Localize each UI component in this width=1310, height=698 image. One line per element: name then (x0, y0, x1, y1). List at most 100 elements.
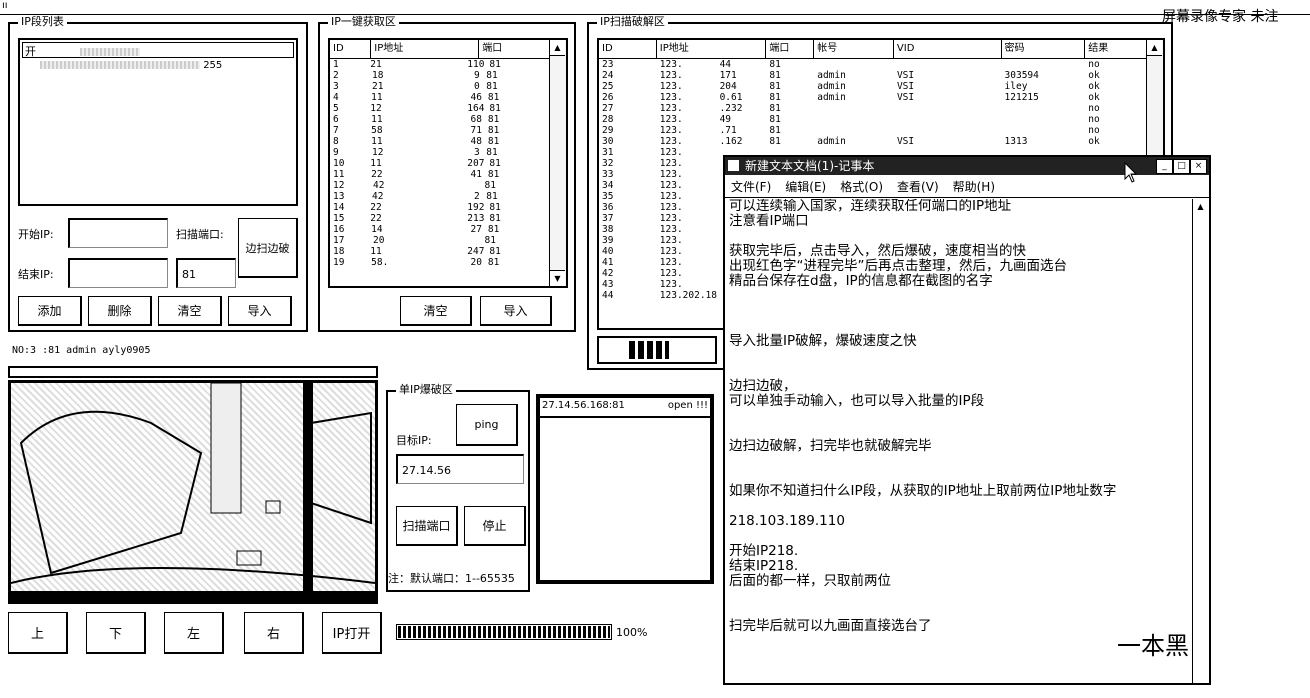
menu-view[interactable]: 查看(V) (897, 177, 939, 197)
right-button[interactable]: 右 (244, 612, 304, 654)
col-pass[interactable]: 密码 (1002, 40, 1086, 58)
table-row[interactable]: 14 22 192 81 (330, 202, 550, 213)
table-row[interactable]: 25 123. 204 81 admin VSI iley ok (599, 81, 1147, 92)
scroll-up-icon[interactable]: ▲ (1193, 199, 1208, 214)
app-glyph: ıı (2, 0, 8, 11)
notepad-window[interactable]: 新建文本文档(1)-记事本 _ □ × 文件(F) 编辑(E) 格式(O) 查看… (723, 155, 1211, 685)
up-button[interactable]: 上 (8, 612, 68, 654)
table-row[interactable]: 6 11 68 81 (330, 114, 550, 125)
text-line: 精品台保存在d盘，IP的信息都在截图的名字 (729, 273, 993, 289)
table-row[interactable]: 16 14 27 81 (330, 224, 550, 235)
table-row[interactable]: 29 123. .71 81 no (599, 125, 1147, 136)
table-row[interactable]: 26 123. 0.61 81 admin VSI 121215 ok (599, 92, 1147, 103)
minimize-icon[interactable]: _ (1156, 159, 1173, 174)
vertical-scrollbar[interactable]: ▲ ▼ (549, 40, 566, 286)
table-row[interactable]: 13 42 2 81 (330, 191, 550, 202)
ip-fetch-list[interactable]: ID IP地址 端口 1 21 110 81 2 18 9 81 3 21 0 81 4 11 46 81 5 1… (328, 38, 568, 288)
fetch-import-button[interactable]: 导入 (480, 296, 552, 326)
col-id[interactable]: ID (330, 40, 372, 58)
cell-ip: 123. (659, 125, 683, 136)
scroll-down-icon[interactable]: ▼ (550, 270, 565, 286)
table-row[interactable]: 27 123. .232 81 no (599, 103, 1147, 114)
scroll-up-icon[interactable]: ▲ (550, 40, 565, 56)
col-ip[interactable]: IP地址 (371, 40, 480, 58)
delete-button[interactable]: 删除 (88, 296, 152, 326)
table-row[interactable]: 7 58 71 81 (330, 125, 550, 136)
cell-id: 42 (602, 268, 614, 279)
table-row[interactable]: 9 12 3 81 (330, 147, 550, 158)
col-id[interactable]: ID (599, 40, 657, 58)
left-button[interactable]: 左 (164, 612, 224, 654)
cell-id: 5 (333, 103, 339, 114)
cell-id: 27 (602, 103, 614, 114)
cell-tail: 0.61 (719, 92, 743, 103)
vertical-scrollbar[interactable]: ▲ (1192, 199, 1209, 683)
col-vid[interactable]: VID (894, 40, 1002, 58)
text-line (729, 499, 1191, 514)
cell-ip: 123. (659, 147, 683, 158)
table-row[interactable]: 4 11 46 81 (330, 92, 550, 103)
table-row[interactable]: 11 22 41 81 (330, 169, 550, 180)
table-row[interactable]: 28 123. 49 81 no (599, 114, 1147, 125)
col-port[interactable]: 端口 (479, 40, 550, 58)
ip-range-list[interactable]: 开 255 (18, 38, 298, 206)
down-button[interactable]: 下 (86, 612, 146, 654)
table-row[interactable]: 30 123. .162 81 admin VSI 1313 ok (599, 136, 1147, 147)
maximize-icon[interactable]: □ (1173, 159, 1190, 174)
cell-result: ok (1088, 136, 1100, 147)
cell-ip: 11 (370, 158, 382, 169)
scroll-up-icon[interactable]: ▲ (1147, 40, 1162, 56)
menu-help[interactable]: 帮助(H) (953, 177, 995, 197)
table-row[interactable]: 17 20 81 (330, 235, 550, 246)
table-row[interactable]: 2 18 9 81 (330, 70, 550, 81)
cell-ip: 123. (659, 202, 683, 213)
list-item[interactable]: 255 (40, 60, 222, 71)
table-row[interactable]: 18 11 247 81 (330, 246, 550, 257)
add-button[interactable]: 添加 (18, 296, 82, 326)
col-result[interactable]: 结果 (1085, 40, 1147, 58)
clear-button[interactable]: 清空 (158, 296, 222, 326)
col-ip[interactable]: IP地址 (657, 40, 767, 58)
fetch-clear-button[interactable]: 清空 (400, 296, 472, 326)
menu-format[interactable]: 格式(O) (840, 177, 883, 197)
text-line: 注意看IP端口 (729, 213, 809, 229)
menu-edit[interactable]: 编辑(E) (785, 177, 826, 197)
table-row[interactable]: 8 11 48 81 (330, 136, 550, 147)
table-row[interactable]: 12 42 81 (330, 180, 550, 191)
table-row[interactable]: 15 22 213 81 (330, 213, 550, 224)
target-ip-input[interactable]: 27.14.56 (396, 454, 524, 484)
result-row[interactable]: 27.14.56.168:81 open !!! (540, 398, 710, 418)
col-port[interactable]: 端口 (766, 40, 815, 58)
table-row[interactable]: 3 21 0 81 (330, 81, 550, 92)
scan-port-input[interactable]: 81 (176, 258, 236, 288)
list-item[interactable]: 开 (22, 42, 294, 58)
port-result-list[interactable]: 27.14.56.168:81 open !!! (536, 394, 714, 584)
table-row[interactable]: 5 12 164 81 (330, 103, 550, 114)
cell-id: 9 (333, 147, 339, 158)
menu-file[interactable]: 文件(F) (731, 177, 771, 197)
scan-and-crack-button[interactable]: 边扫边破 (238, 218, 298, 278)
cell-ip: 42 (372, 191, 384, 202)
table-row[interactable]: 24 123. 171 81 admin VSI 303594 ok (599, 70, 1147, 81)
import-button[interactable]: 导入 (228, 296, 292, 326)
cell-ip: 123. (659, 169, 683, 180)
target-ip-label: 目标IP: (396, 434, 432, 447)
table-row[interactable]: 19 58. 20 81 (330, 257, 550, 268)
end-ip-input[interactable] (68, 258, 168, 288)
table-row[interactable]: 10 11 207 81 (330, 158, 550, 169)
start-ip-input[interactable] (68, 218, 168, 248)
stop-button[interactable]: 停止 (464, 506, 526, 546)
camera-preview[interactable] (8, 380, 378, 604)
col-user[interactable]: 帐号 (814, 40, 894, 58)
cell-tail: .232 (719, 103, 743, 114)
close-icon[interactable]: × (1190, 159, 1207, 174)
table-row[interactable]: 23 123. 44 81 no (599, 59, 1147, 70)
cell-id: 37 (602, 213, 614, 224)
cell-ip: 123. (659, 279, 683, 290)
open-ip-button[interactable]: IP打开 (322, 612, 382, 654)
ping-button[interactable]: ping (456, 404, 518, 446)
scan-port-button[interactable]: 扫描端口 (396, 506, 458, 546)
top-bar (0, 0, 1310, 15)
table-row[interactable]: 1 21 110 81 (330, 59, 550, 70)
notepad-text-area[interactable]: 可以连续输入国家，连续获取任何端口的IP地址 注意看IP端口 获取完毕后，点击导入… (729, 199, 1191, 683)
